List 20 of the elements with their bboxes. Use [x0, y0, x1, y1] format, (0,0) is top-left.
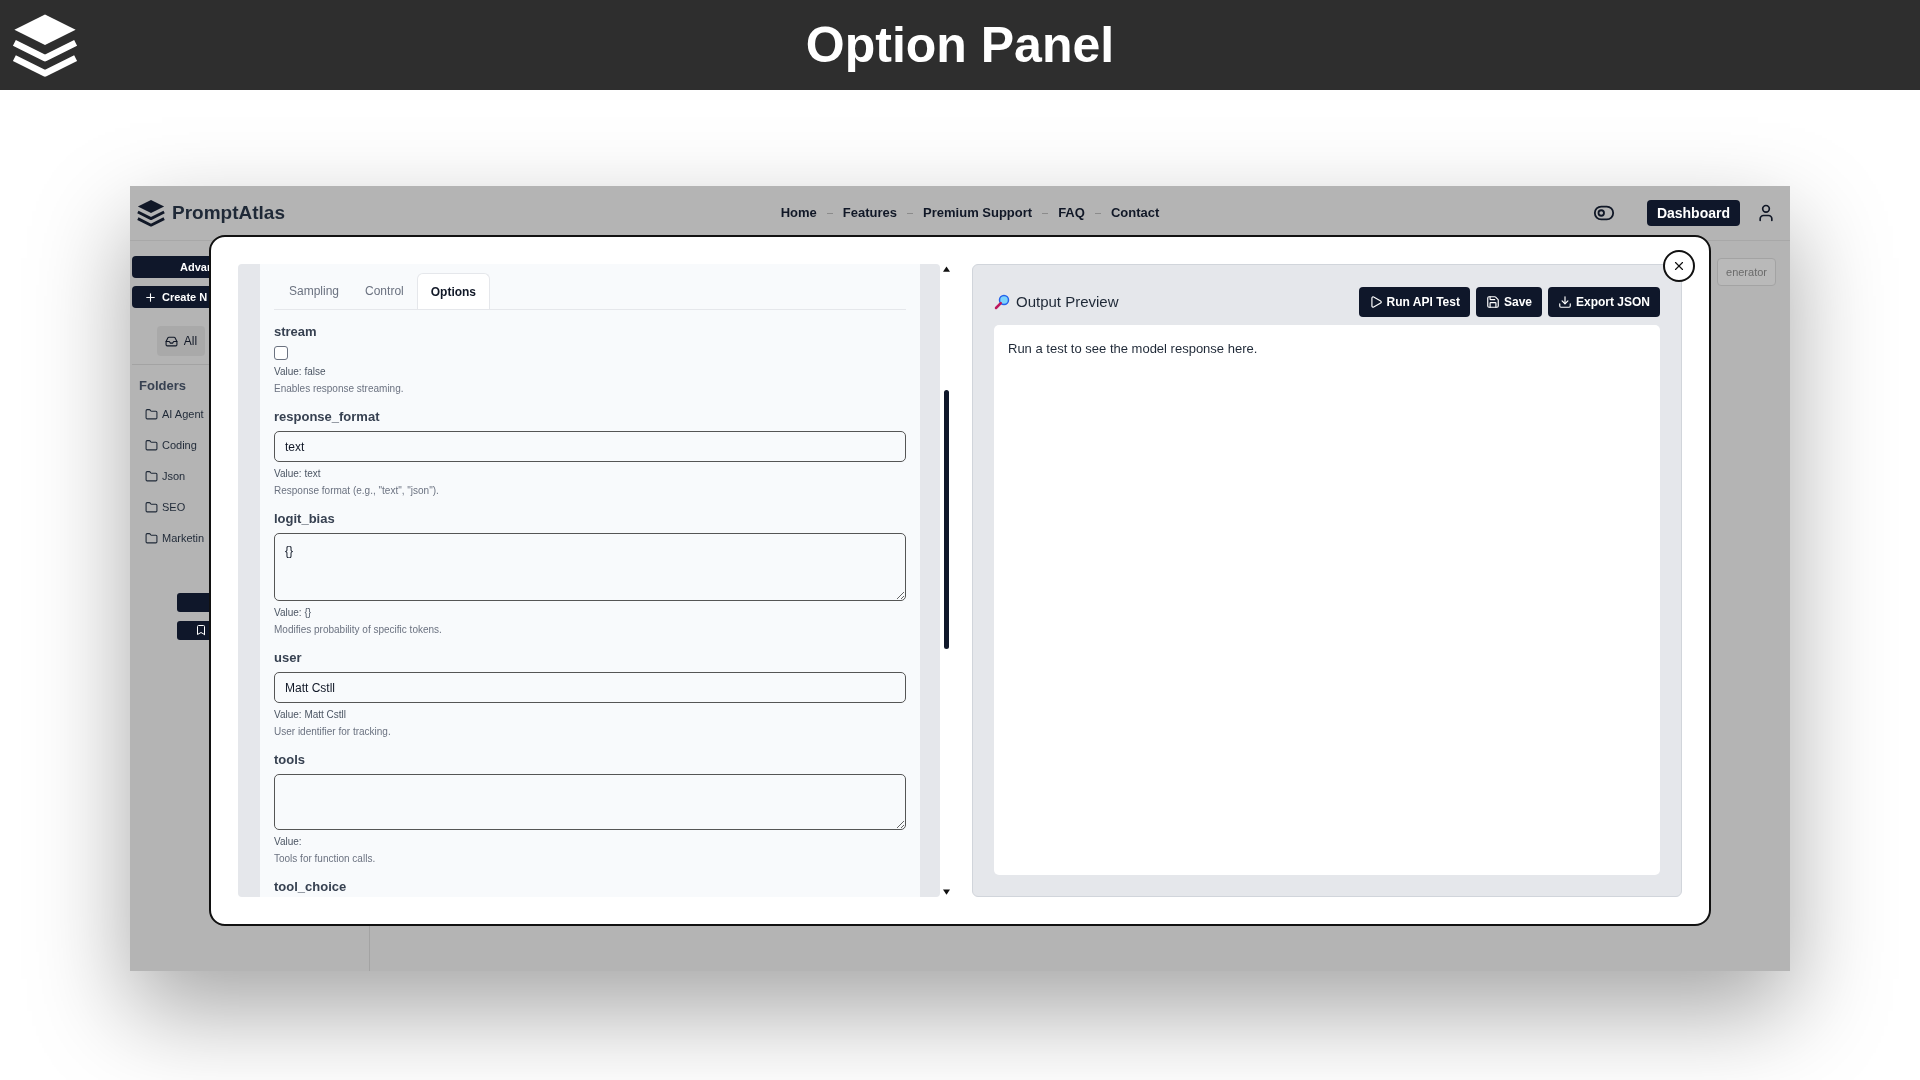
field-description: Response format (e.g., "text", "json"). — [274, 484, 440, 497]
value-text: Value: {} — [274, 606, 313, 619]
field-description: Tools for function calls. — [274, 852, 377, 865]
output-placeholder: Run a test to see the model response here. — [1008, 340, 1259, 358]
banner-title: Option Panel — [804, 15, 1116, 75]
field-label: tools — [274, 752, 307, 768]
field-description: User identifier for tracking. — [274, 725, 392, 738]
field-label: user — [274, 650, 303, 666]
field-label: logit_bias — [274, 511, 336, 527]
value-text: Value: — [274, 835, 303, 848]
value-text: Value: false — [274, 365, 327, 378]
field-description: Enables response streaming. — [274, 382, 405, 395]
field-label: stream — [274, 324, 318, 340]
field-label: response_format — [274, 409, 381, 425]
value-text: Value: text — [274, 467, 322, 480]
field-description: Modifies probability of specific tokens. — [274, 623, 443, 636]
field-label: tool_choice — [274, 879, 348, 895]
value-text: Value: Matt Cstll — [274, 708, 348, 721]
folders-heading: Folders — [139, 377, 186, 395]
output-title: Output Preview — [1016, 291, 1119, 312]
